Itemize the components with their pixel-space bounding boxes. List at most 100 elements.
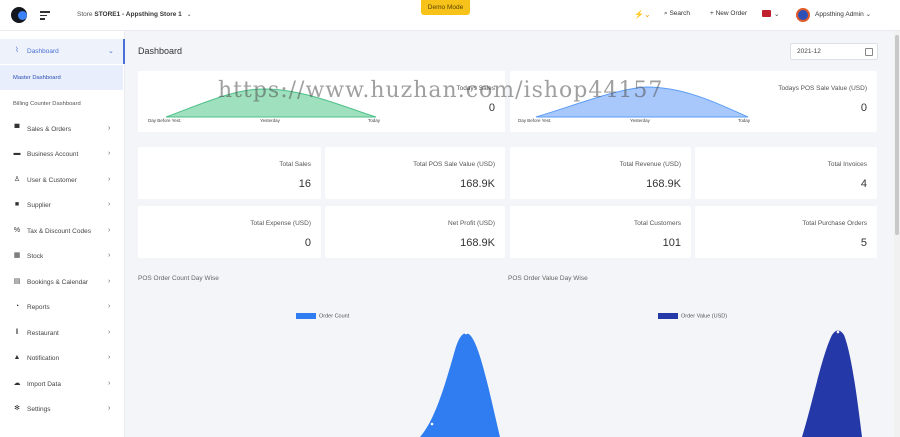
sidebar-item-business-account[interactable]: ▬ Business Account › bbox=[0, 142, 125, 167]
sidebar-item-label: Bookings & Calendar bbox=[27, 279, 89, 286]
sidebar-item-notification[interactable]: ▲ Notification › bbox=[0, 346, 125, 371]
stat-card-total-pos-sale-value: Total POS Sale Value (USD) 168.9K bbox=[325, 147, 505, 199]
card-title: Total Revenue (USD) bbox=[619, 161, 681, 168]
sidebar-item-dashboard[interactable]: ⌇ Dashboard ⌄ bbox=[0, 39, 125, 64]
scrollbar[interactable] bbox=[894, 31, 900, 437]
language-flag-icon[interactable] bbox=[762, 10, 771, 17]
card-value: 5 bbox=[860, 237, 867, 249]
card-title: Total Expense (USD) bbox=[250, 220, 311, 227]
avatar[interactable] bbox=[796, 8, 810, 22]
sidebar-item-reports[interactable]: ◔ Reports › bbox=[0, 295, 125, 320]
order-count-chart-area bbox=[420, 331, 500, 437]
card-title: Total Invoices bbox=[827, 161, 867, 168]
chevron-right-icon: › bbox=[108, 150, 111, 157]
chevron-right-icon: › bbox=[108, 227, 111, 234]
sidebar-item-label: Business Account bbox=[27, 151, 79, 158]
chevron-right-icon: › bbox=[108, 176, 111, 183]
card-value: 0 bbox=[860, 102, 867, 114]
logo[interactable] bbox=[11, 7, 27, 23]
search-button[interactable]: ⌕ Search bbox=[664, 10, 690, 18]
month-value: 2021-12 bbox=[797, 48, 821, 55]
user-icon: ♙ bbox=[13, 176, 21, 183]
sidebar-item-label: Dashboard bbox=[27, 48, 59, 55]
sidebar-item-label: Reports bbox=[27, 304, 50, 311]
sidebar-item-label: Settings bbox=[27, 406, 51, 413]
menu-toggle-icon[interactable] bbox=[40, 11, 50, 20]
sidebar-item-supplier[interactable]: ■ Supplier › bbox=[0, 193, 125, 218]
sidebar-item-settings[interactable]: ✻ Settings › bbox=[0, 397, 125, 422]
watermark-text: https://www.huzhan.com/ishop44157 bbox=[218, 78, 664, 103]
stat-card-total-expense: Total Expense (USD) 0 bbox=[138, 206, 321, 258]
chart-point[interactable] bbox=[464, 331, 468, 335]
sidebar-item-bookings[interactable]: ▤ Bookings & Calendar › bbox=[0, 270, 125, 295]
sidebar-item-label: Tax & Discount Codes bbox=[27, 228, 91, 235]
search-icon: ⌕ bbox=[664, 10, 668, 17]
percent-icon: % bbox=[13, 227, 21, 234]
store-name: STORE1 - Appsthing Store 1 bbox=[94, 11, 182, 18]
month-picker[interactable]: 2021-12 bbox=[790, 43, 878, 60]
sparkline-label: Yesterday bbox=[630, 118, 650, 123]
search-label: Search bbox=[669, 10, 691, 17]
sidebar-item-user-customer[interactable]: ♙ User & Customer › bbox=[0, 168, 125, 193]
sidebar-sub-master-dashboard[interactable]: Master Dashboard bbox=[0, 65, 123, 90]
card-value: 0 bbox=[488, 102, 495, 114]
gear-icon: ✻ bbox=[14, 405, 20, 412]
sidebar-item-tax-discount[interactable]: % Tax & Discount Codes › bbox=[0, 219, 125, 244]
chevron-right-icon: › bbox=[108, 405, 111, 412]
admin-name: Appsthing Admin bbox=[815, 11, 864, 18]
stat-card-total-purchase-orders: Total Purchase Orders 5 bbox=[695, 206, 877, 258]
chart-legend-order-value[interactable]: Order Value (USD) bbox=[658, 313, 727, 319]
stat-card-total-sales: Total Sales 16 bbox=[138, 147, 321, 199]
chevron-down-icon[interactable]: ⌄ bbox=[774, 10, 779, 18]
chevron-right-icon: › bbox=[108, 303, 111, 310]
calendar-icon bbox=[865, 48, 873, 56]
chevron-right-icon: › bbox=[108, 354, 111, 361]
sidebar-item-label: Restaurant bbox=[27, 330, 59, 337]
scrollbar-thumb[interactable] bbox=[895, 35, 899, 235]
sparkline-label: Day Before Yest. bbox=[518, 118, 552, 123]
sidebar-item-label: Supplier bbox=[27, 202, 51, 209]
store-selector[interactable]: Store STORE1 - Appsthing Store 1 ⌄ bbox=[77, 11, 192, 18]
card-title: Net Profit (USD) bbox=[448, 220, 495, 227]
page-title: Dashboard bbox=[138, 46, 183, 56]
card-title: Todays POS Sale Value (USD) bbox=[778, 85, 867, 92]
chevron-right-icon: › bbox=[108, 252, 111, 259]
sparkline-label: Day Before Yest. bbox=[148, 118, 182, 123]
sidebar-item-sales-orders[interactable]: ▀ Sales & Orders › bbox=[0, 117, 125, 142]
calendar-icon: ▤ bbox=[13, 278, 21, 285]
sidebar-sub-billing-dashboard[interactable]: Billing Counter Dashboard bbox=[0, 91, 123, 116]
chart-legend-order-count[interactable]: Order Count bbox=[296, 313, 349, 319]
sidebar-item-label: Sales & Orders bbox=[27, 126, 72, 133]
top-bar: Store STORE1 - Appsthing Store 1 ⌄ Demo … bbox=[0, 0, 900, 31]
utensils-icon: ‖ bbox=[15, 329, 19, 336]
chevron-right-icon: › bbox=[108, 125, 111, 132]
sidebar-item-restaurant[interactable]: ‖ Restaurant › bbox=[0, 321, 125, 346]
pie-chart-icon: ◔ bbox=[14, 303, 20, 310]
sidebar: ⌇ Dashboard ⌄ Master Dashboard Billing C… bbox=[0, 31, 125, 437]
truck-icon: ■ bbox=[14, 201, 20, 208]
chart-line-icon: ⌇ bbox=[15, 47, 19, 54]
sidebar-item-stock[interactable]: ▦ Stock › bbox=[0, 244, 125, 269]
legend-swatch bbox=[658, 313, 678, 319]
card-value: 168.9K bbox=[460, 237, 495, 249]
chevron-down-icon: ⌄ bbox=[865, 11, 872, 18]
new-order-button[interactable]: + New Order bbox=[710, 10, 747, 17]
cart-icon: ▀ bbox=[14, 125, 20, 132]
chevron-right-icon: › bbox=[108, 329, 111, 336]
card-value: 101 bbox=[662, 237, 681, 249]
cloud-upload-icon: ☁ bbox=[13, 380, 21, 387]
chart-point[interactable] bbox=[430, 422, 434, 426]
cubes-icon: ▦ bbox=[13, 252, 21, 259]
sidebar-item-import-data[interactable]: ☁ Import Data › bbox=[0, 372, 125, 397]
store-prefix: Store bbox=[77, 11, 93, 18]
card-value: 0 bbox=[304, 237, 311, 249]
sidebar-sub-label: Billing Counter Dashboard bbox=[13, 101, 81, 107]
legend-swatch bbox=[296, 313, 316, 319]
user-menu[interactable]: Appsthing Admin ⌄ bbox=[815, 10, 871, 18]
bell-icon: ▲ bbox=[13, 354, 21, 361]
chevron-down-icon: ⌄ bbox=[108, 48, 114, 55]
lightning-icon[interactable]: ⚡⌄ bbox=[634, 10, 651, 19]
chart-point[interactable] bbox=[836, 330, 840, 334]
sidebar-item-label: Stock bbox=[27, 253, 44, 260]
card-title: Total Sales bbox=[279, 161, 311, 168]
